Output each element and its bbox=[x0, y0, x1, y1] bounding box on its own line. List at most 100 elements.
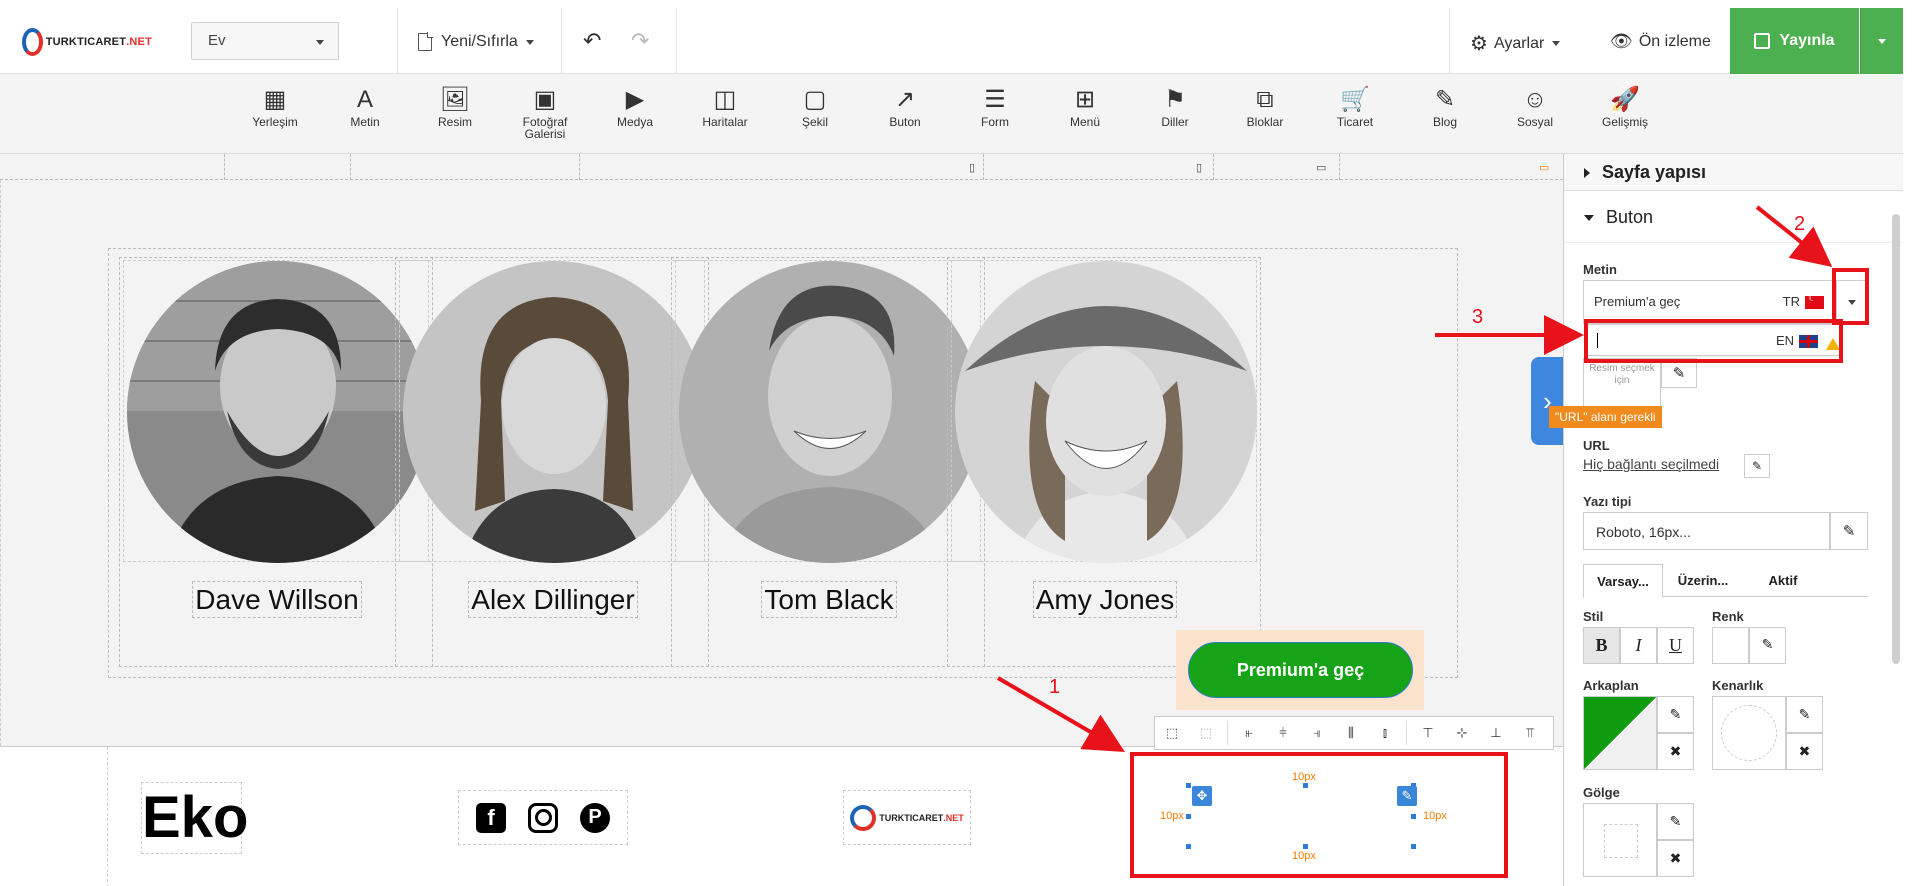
align-middle-icon[interactable]: ⊹ bbox=[1445, 718, 1479, 748]
undo-icon[interactable]: ↶ bbox=[583, 30, 601, 52]
align-top-icon[interactable]: ⊤ bbox=[1411, 718, 1445, 748]
mobile-device-icon[interactable]: ▯ bbox=[969, 161, 975, 174]
caret-down-icon bbox=[1584, 215, 1594, 222]
background-swatch[interactable] bbox=[1583, 696, 1657, 770]
social-icon: ☺ bbox=[1522, 86, 1548, 113]
select-box-icon[interactable]: ⬚ bbox=[1155, 718, 1189, 748]
settings-menu[interactable]: ⚙ Ayarlar bbox=[1470, 31, 1561, 56]
member-name[interactable]: Amy Jones bbox=[948, 581, 1262, 618]
tablet-device-icon[interactable]: ▯ bbox=[1196, 161, 1202, 174]
member-name[interactable]: Tom Black bbox=[672, 581, 986, 618]
tool-button[interactable]: ↗ Buton bbox=[870, 86, 940, 128]
panel-scrollbar[interactable] bbox=[1892, 214, 1900, 664]
tab-active[interactable]: Aktif bbox=[1743, 564, 1823, 596]
member-name[interactable]: Alex Dillinger bbox=[396, 581, 710, 618]
file-icon bbox=[418, 32, 433, 51]
page-select[interactable]: Ev bbox=[191, 22, 339, 60]
close-icon[interactable]: ✖ bbox=[1786, 733, 1823, 770]
desktop-device-icon[interactable]: ▭ bbox=[1539, 161, 1549, 174]
blocks-icon: ⧉ bbox=[1256, 86, 1274, 113]
tool-label: Haritalar bbox=[702, 115, 748, 129]
tool-label: Menü bbox=[1069, 115, 1101, 129]
url-link[interactable]: Hiç bağlantı seçilmedi bbox=[1583, 456, 1719, 472]
text-tr-field[interactable]: Premium'a geç TR bbox=[1583, 280, 1835, 324]
team-card[interactable]: Alex Dillinger bbox=[395, 257, 709, 667]
save-icon bbox=[1754, 33, 1771, 49]
distribute-h2-icon[interactable]: ⫾ bbox=[1368, 718, 1402, 748]
preview-button[interactable]: 👁 Ön izleme bbox=[1610, 31, 1711, 52]
member-photo[interactable] bbox=[679, 261, 981, 563]
properties-panel: Sayfa yapısı Buton Metin Premium'a geç T… bbox=[1563, 154, 1903, 886]
annotation-box-1 bbox=[1130, 752, 1508, 878]
menu-icon: ⊞ bbox=[1074, 86, 1096, 113]
shadow-swatch[interactable] bbox=[1583, 803, 1657, 877]
color-swatch[interactable] bbox=[1712, 627, 1749, 664]
tab-default[interactable]: Varsay... bbox=[1583, 564, 1663, 598]
tool-label: Diller bbox=[1161, 115, 1189, 129]
tool-photo-gallery[interactable]: ▣ Fotoğraf Galerisi bbox=[510, 86, 580, 140]
tool-advanced[interactable]: 🚀 Gelişmiş bbox=[1590, 86, 1660, 128]
app-logo[interactable]: TURKTICARET.NET bbox=[22, 27, 152, 57]
team-card[interactable]: Dave Willson bbox=[119, 257, 433, 667]
align-bottom-icon[interactable]: ⊥ bbox=[1479, 718, 1513, 748]
underline-button[interactable]: U bbox=[1657, 627, 1694, 664]
pencil-icon[interactable]: ✎ bbox=[1657, 696, 1694, 733]
panel-toggle-chevron-icon[interactable]: › bbox=[1531, 357, 1563, 445]
italic-button[interactable]: I bbox=[1620, 627, 1657, 664]
team-card[interactable]: Tom Black bbox=[671, 257, 985, 667]
facebook-icon[interactable]: f bbox=[476, 802, 506, 833]
social-icons[interactable]: f P bbox=[458, 790, 628, 845]
premium-button[interactable]: Premium'a geç bbox=[1188, 642, 1413, 698]
close-icon[interactable]: ✖ bbox=[1657, 733, 1694, 770]
pencil-icon[interactable]: ✎ bbox=[1749, 627, 1786, 664]
pencil-icon[interactable]: ✎ bbox=[1830, 512, 1868, 550]
align-right-icon[interactable]: ⫣ bbox=[1300, 718, 1334, 748]
redo-icon[interactable]: ↷ bbox=[631, 30, 649, 52]
border-swatch[interactable] bbox=[1712, 696, 1786, 770]
tool-media[interactable]: ▶ Medya bbox=[600, 86, 670, 128]
team-card[interactable]: Amy Jones bbox=[947, 257, 1261, 667]
close-icon[interactable]: ✖ bbox=[1657, 840, 1694, 877]
page-structure-header[interactable]: Sayfa yapısı bbox=[1564, 154, 1903, 191]
new-reset-menu[interactable]: Yeni/Sıfırla bbox=[418, 30, 534, 54]
align-left-icon[interactable]: ⫦ bbox=[1232, 718, 1266, 748]
button-section-header[interactable]: Buton bbox=[1564, 191, 1903, 243]
font-field[interactable]: Roboto, 16px... bbox=[1583, 512, 1830, 550]
laptop-device-icon[interactable]: ▭ bbox=[1316, 161, 1326, 174]
pencil-icon[interactable]: ✎ bbox=[1786, 696, 1823, 733]
member-name[interactable]: Dave Willson bbox=[120, 581, 434, 618]
distribute-h-icon[interactable]: ⫼ bbox=[1334, 718, 1368, 748]
publish-dropdown-button[interactable] bbox=[1860, 8, 1903, 74]
languages-icon: ⚑ bbox=[1164, 86, 1186, 113]
tool-blog[interactable]: ✎ Blog bbox=[1410, 86, 1480, 128]
tool-social[interactable]: ☺ Sosyal bbox=[1500, 86, 1570, 128]
align-center-icon[interactable]: ⫩ bbox=[1266, 718, 1300, 748]
tool-languages[interactable]: ⚑ Diller bbox=[1140, 86, 1210, 128]
bold-button[interactable]: B bbox=[1583, 627, 1620, 664]
pinterest-icon[interactable]: P bbox=[580, 802, 610, 833]
distribute-v-icon[interactable]: ⫪ bbox=[1513, 718, 1547, 748]
tool-maps[interactable]: ◫ Haritalar bbox=[690, 86, 760, 128]
member-photo[interactable] bbox=[403, 261, 705, 563]
media-icon: ▶ bbox=[625, 86, 645, 113]
tool-commerce[interactable]: 🛒 Ticaret bbox=[1320, 86, 1390, 128]
deselect-icon[interactable]: ⬚ bbox=[1189, 718, 1223, 748]
publish-button[interactable]: Yayınla bbox=[1730, 8, 1859, 74]
member-photo[interactable] bbox=[127, 261, 429, 563]
footer-logo[interactable]: TURKTICARET.NET bbox=[843, 790, 971, 845]
tool-blocks[interactable]: ⧉ Bloklar bbox=[1230, 86, 1300, 128]
button-icon: ↗ bbox=[894, 86, 916, 113]
tool-shape[interactable]: ▢ Şekil bbox=[780, 86, 850, 128]
url-required-tooltip: "URL" alanı gerekli bbox=[1549, 406, 1662, 428]
tool-form[interactable]: ☰ Form bbox=[960, 86, 1030, 128]
member-photo[interactable] bbox=[955, 261, 1257, 563]
pencil-icon[interactable]: ✎ bbox=[1744, 454, 1770, 478]
pencil-icon[interactable]: ✎ bbox=[1657, 803, 1694, 840]
footer-brand-text[interactable]: Eko bbox=[141, 782, 248, 854]
instagram-icon[interactable] bbox=[528, 802, 558, 833]
tool-menu[interactable]: ⊞ Menü bbox=[1050, 86, 1120, 128]
tool-layout[interactable]: ▦ Yerleşim bbox=[240, 86, 310, 128]
tool-text[interactable]: A Metin bbox=[330, 86, 400, 128]
tab-hover[interactable]: Üzerin... bbox=[1663, 564, 1743, 596]
tool-image[interactable]: 🖼 Resim bbox=[420, 86, 490, 128]
